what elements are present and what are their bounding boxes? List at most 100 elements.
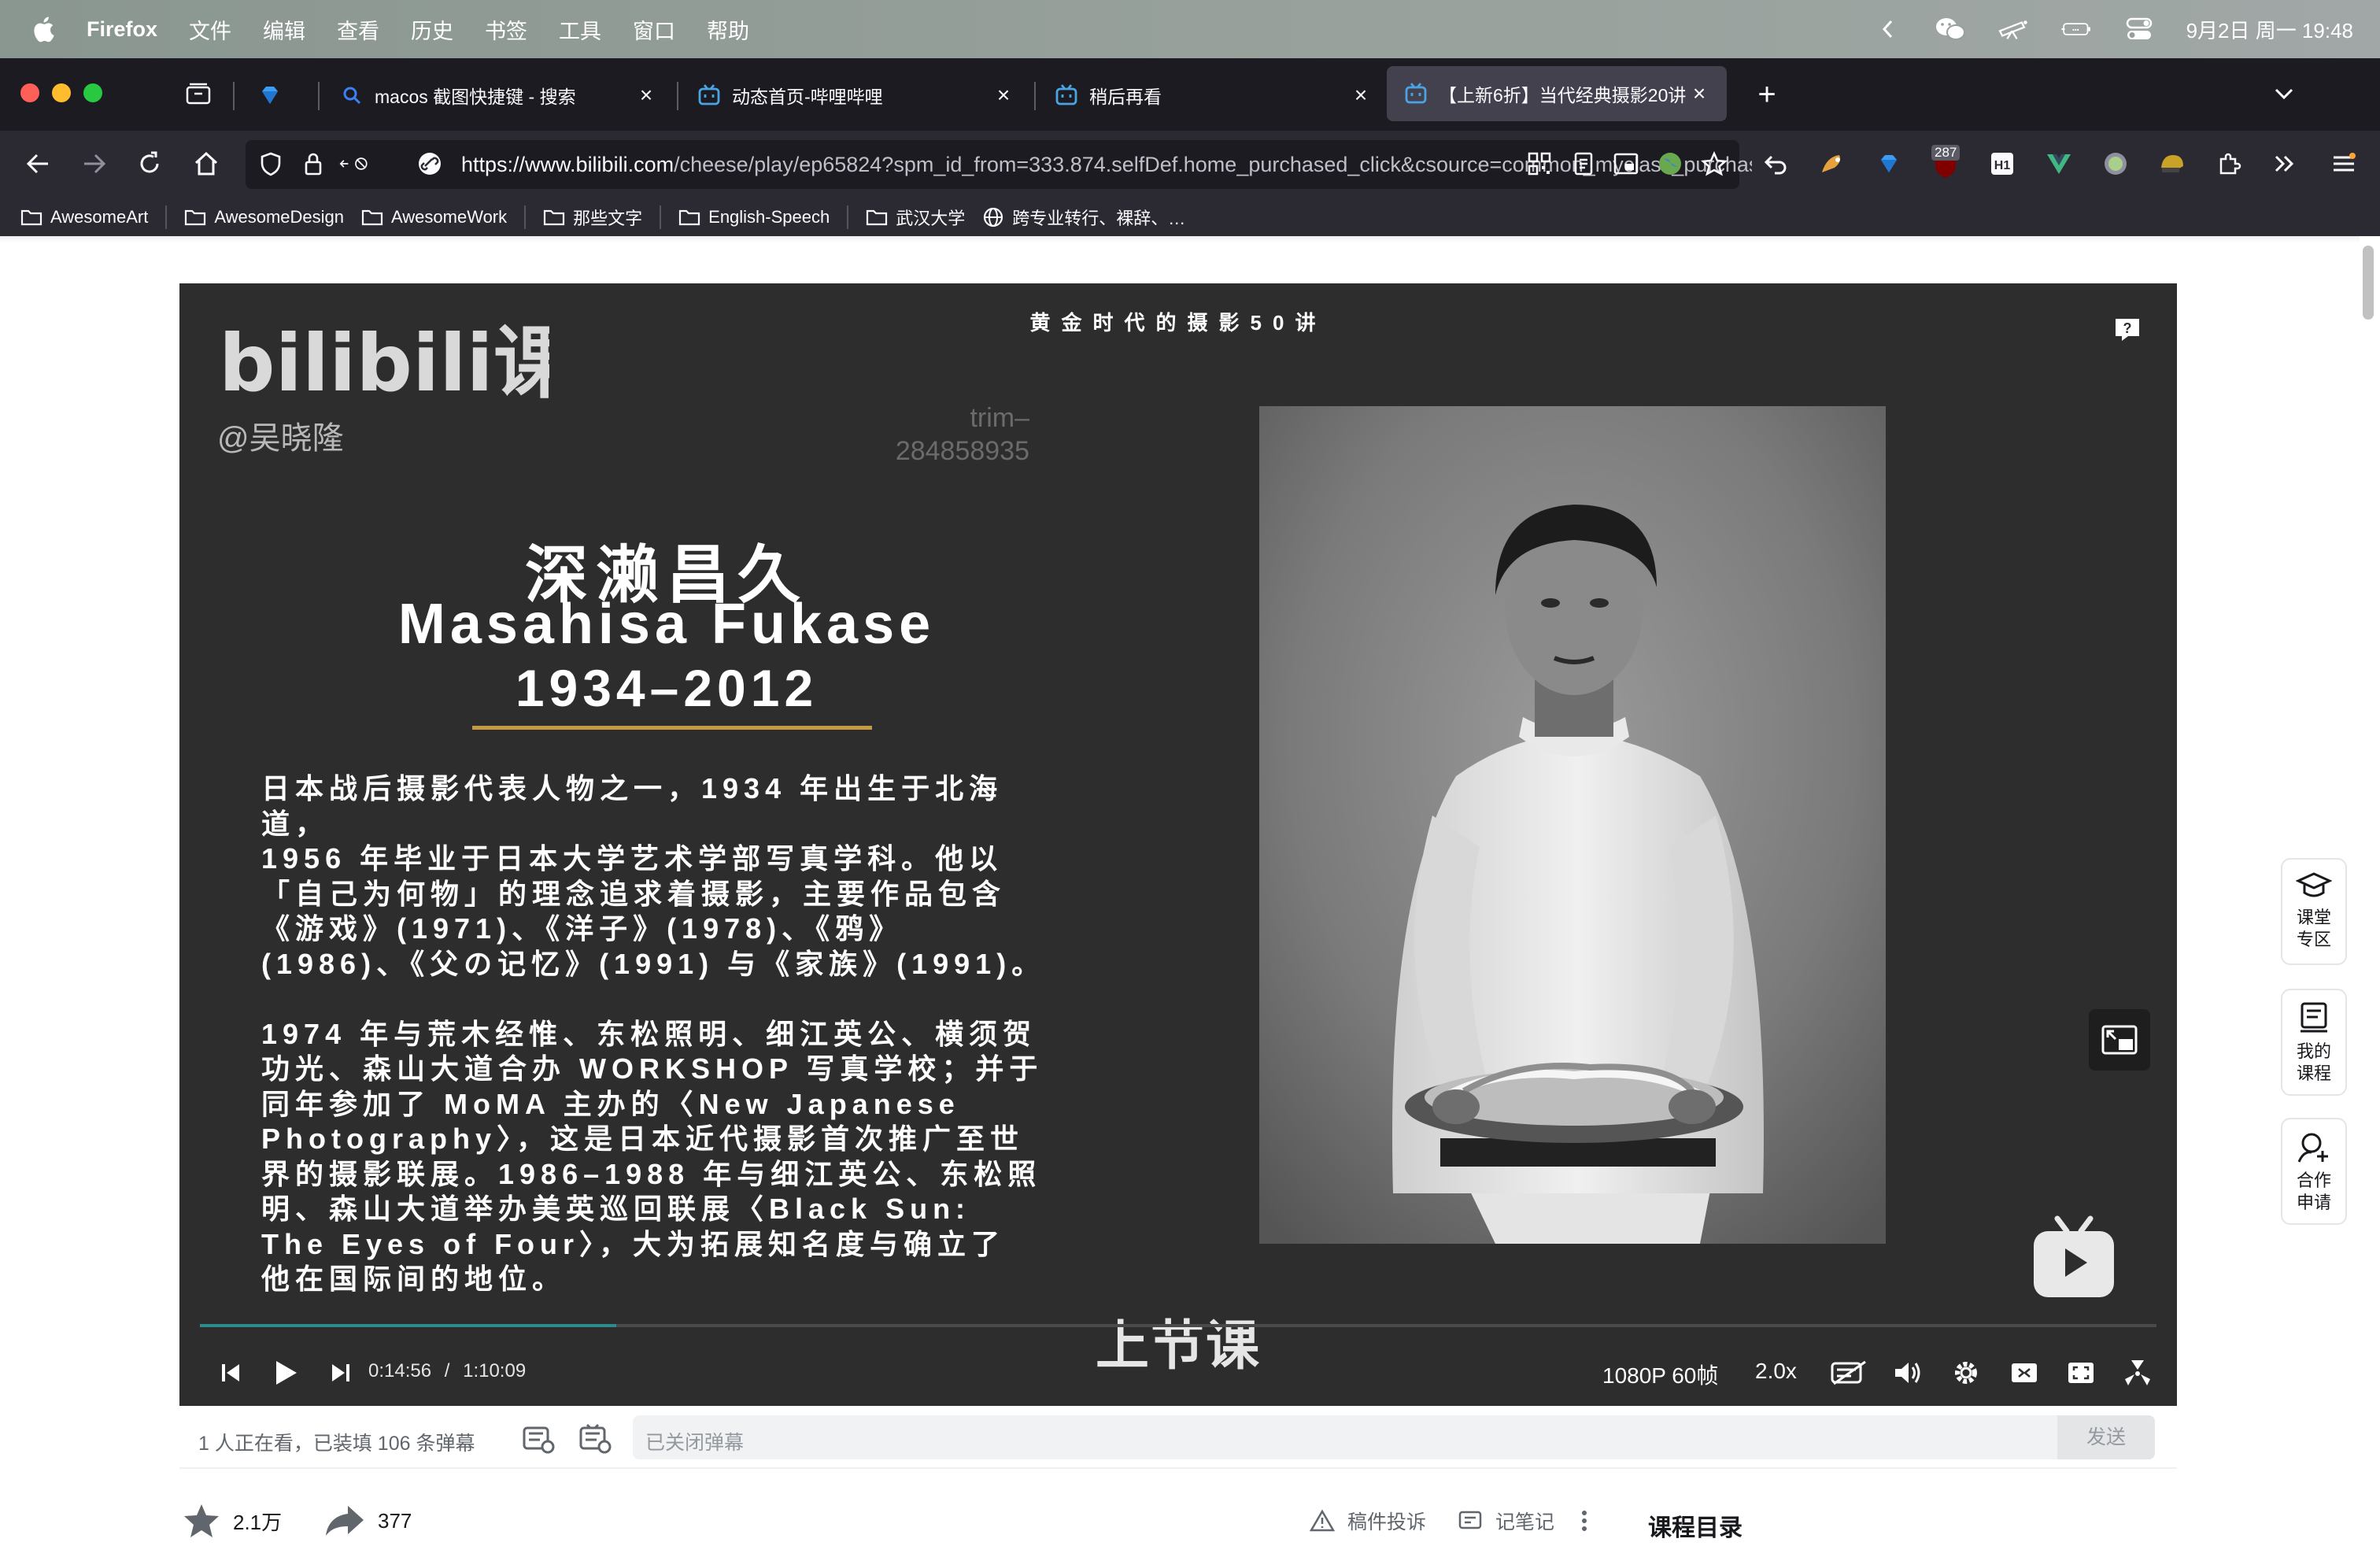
apple-logo-icon[interactable] (31, 14, 58, 44)
help-icon[interactable]: ? (2112, 316, 2142, 343)
tab-bilibili-dynamic[interactable]: 动态首页-哔哩哔哩 × (680, 68, 1031, 123)
danmaku-input[interactable]: 已关闭弹幕 发送 (633, 1415, 2155, 1459)
forward-icon[interactable] (77, 146, 112, 181)
menu-tools[interactable]: 工具 (559, 14, 601, 45)
bookmark-folder[interactable]: AwesomeWork (361, 207, 507, 227)
control-center-icon[interactable] (2123, 16, 2155, 43)
danmaku-toggle-icon[interactable] (1826, 1341, 1873, 1404)
chevron-left-icon[interactable] (1872, 16, 1903, 43)
bookmark-link[interactable]: 跨专业转行、裸辞、… (982, 205, 1185, 230)
tab-close-button[interactable]: × (993, 84, 1014, 106)
bookmark-folder[interactable]: AwesomeDesign (184, 207, 344, 227)
undo-extension-icon[interactable] (1758, 146, 1793, 181)
star-icon (184, 1504, 219, 1537)
telescope-icon[interactable] (1998, 16, 2029, 43)
url-bar[interactable]: https://www.bilibili.com/cheese/play/ep6… (246, 140, 1752, 189)
report-label: 稿件投诉 (1347, 1511, 1427, 1533)
app-menu-icon[interactable] (2326, 146, 2361, 181)
course-catalog-heading[interactable]: 课程目录 (1648, 1500, 1743, 1546)
tab-title: 稍后再看 (1089, 87, 1162, 107)
menu-bookmarks[interactable]: 书签 (485, 14, 527, 45)
home-icon[interactable] (189, 146, 224, 181)
menubar-clock[interactable]: 9月2日 周一 19:48 (2186, 15, 2353, 44)
qr-code-icon[interactable] (1522, 146, 1557, 181)
tab-course-active[interactable]: 【上新6折】当代经典摄影20讲： × (1387, 66, 1727, 121)
bookmark-folder[interactable]: 那些文字 (543, 205, 642, 230)
tab-pinned[interactable] (241, 68, 316, 123)
bookmark-folder[interactable]: 武汉大学 (866, 205, 965, 230)
menu-window[interactable]: 窗口 (633, 14, 675, 45)
progress-bar[interactable] (200, 1324, 2156, 1327)
danmaku-settings-icon[interactable] (521, 1423, 556, 1455)
menu-app-name[interactable]: Firefox (87, 17, 157, 42)
volume-icon[interactable] (1884, 1341, 1931, 1404)
back-icon[interactable] (20, 146, 55, 181)
lock-icon[interactable] (296, 146, 331, 181)
diamond-extension-icon[interactable] (1872, 146, 1906, 181)
tab-close-button[interactable]: × (636, 84, 656, 106)
reload-icon[interactable] (132, 146, 167, 181)
helmet-extension-icon[interactable] (2155, 146, 2190, 181)
next-episode-icon[interactable] (321, 1341, 360, 1404)
bookmark-label: English-Speech (708, 207, 830, 227)
wechat-icon[interactable] (1935, 16, 1966, 43)
h1-extension-icon[interactable]: H1 (1985, 146, 2020, 181)
video-player[interactable]: 黄金时代的摄影50讲 bilibili课堂 @吴晓隆 trim– 2848589… (179, 283, 2177, 1406)
author-name: @吴晓隆 (217, 421, 344, 456)
play-icon[interactable] (266, 1341, 305, 1404)
mini-player-button[interactable] (2089, 1009, 2150, 1071)
permissions-icon[interactable] (338, 146, 373, 181)
battery-icon[interactable]: ••• (2060, 16, 2092, 43)
settings-gear-icon[interactable] (1942, 1341, 1990, 1404)
widescreen-icon[interactable] (2001, 1341, 2048, 1404)
translate-globe-icon[interactable] (1653, 146, 1687, 181)
tracking-protection-shield-icon[interactable] (253, 146, 288, 181)
tab-search[interactable]: macos 截图快捷键 - 搜索 × (323, 68, 674, 123)
my-course-button[interactable]: 我的 课程 (2281, 989, 2347, 1096)
reader-view-icon[interactable] (1566, 146, 1601, 181)
bookmark-folder[interactable]: English-Speech (678, 207, 830, 227)
link-icon[interactable] (412, 146, 447, 181)
cooperation-button[interactable]: 合作 申请 (2281, 1118, 2347, 1225)
classroom-zone-button[interactable]: 课堂 专区 (2281, 858, 2347, 965)
window-minimize-button[interactable] (52, 83, 71, 102)
danmaku-placeholder: 已关闭弹幕 (645, 1432, 745, 1454)
bookmark-folder[interactable]: AwesomeArt (20, 207, 148, 227)
share-button[interactable]: 377 (324, 1496, 412, 1546)
page-scrollbar[interactable] (2363, 246, 2374, 320)
list-all-tabs-icon[interactable] (2267, 79, 2301, 110)
window-close-button[interactable] (20, 83, 39, 102)
quality-selector[interactable]: 1080P 60帧 (1602, 1359, 1718, 1390)
menu-history[interactable]: 历史 (411, 14, 453, 45)
new-tab-button[interactable]: + (1749, 77, 1785, 113)
menu-file[interactable]: 文件 (189, 14, 231, 45)
circle-extension-icon[interactable] (2098, 146, 2133, 181)
firefox-view-icon[interactable] (183, 77, 214, 109)
previous-episode-icon[interactable] (211, 1341, 250, 1404)
fullscreen-icon[interactable] (2114, 1341, 2161, 1404)
report-button[interactable]: 稿件投诉 (1310, 1496, 1426, 1546)
overflow-chevrons-icon[interactable] (2267, 146, 2301, 181)
menu-help[interactable]: 帮助 (707, 14, 749, 45)
ublock-extension-icon[interactable]: 287 (1928, 145, 1963, 181)
sidebar-label: 我的 (2296, 1041, 2331, 1061)
url-text[interactable]: https://www.bilibili.com/cheese/play/ep6… (461, 153, 1752, 177)
menu-view[interactable]: 查看 (337, 14, 379, 45)
picture-in-picture-icon[interactable] (1609, 146, 1643, 181)
notes-button[interactable]: 记笔记 (1458, 1496, 1554, 1546)
danmaku-display-icon[interactable] (578, 1423, 612, 1455)
bookmark-star-icon[interactable] (1697, 146, 1731, 181)
menu-edit[interactable]: 编辑 (263, 14, 305, 45)
painter-extension-icon[interactable] (1815, 146, 1850, 181)
web-fullscreen-icon[interactable] (2057, 1341, 2105, 1404)
speed-selector[interactable]: 2.0x (1755, 1359, 1797, 1384)
tab-watch-later[interactable]: 稍后再看 × (1037, 68, 1388, 123)
extensions-puzzle-icon[interactable] (2212, 146, 2246, 181)
tab-close-button[interactable]: × (1689, 83, 1709, 105)
vue-devtools-icon[interactable] (2042, 146, 2076, 181)
send-button[interactable]: 发送 (2057, 1415, 2155, 1459)
more-icon[interactable] (1580, 1496, 1601, 1546)
tab-close-button[interactable]: × (1351, 84, 1371, 106)
favorite-button[interactable]: 2.1万 (183, 1496, 282, 1546)
window-zoom-button[interactable] (83, 83, 102, 102)
